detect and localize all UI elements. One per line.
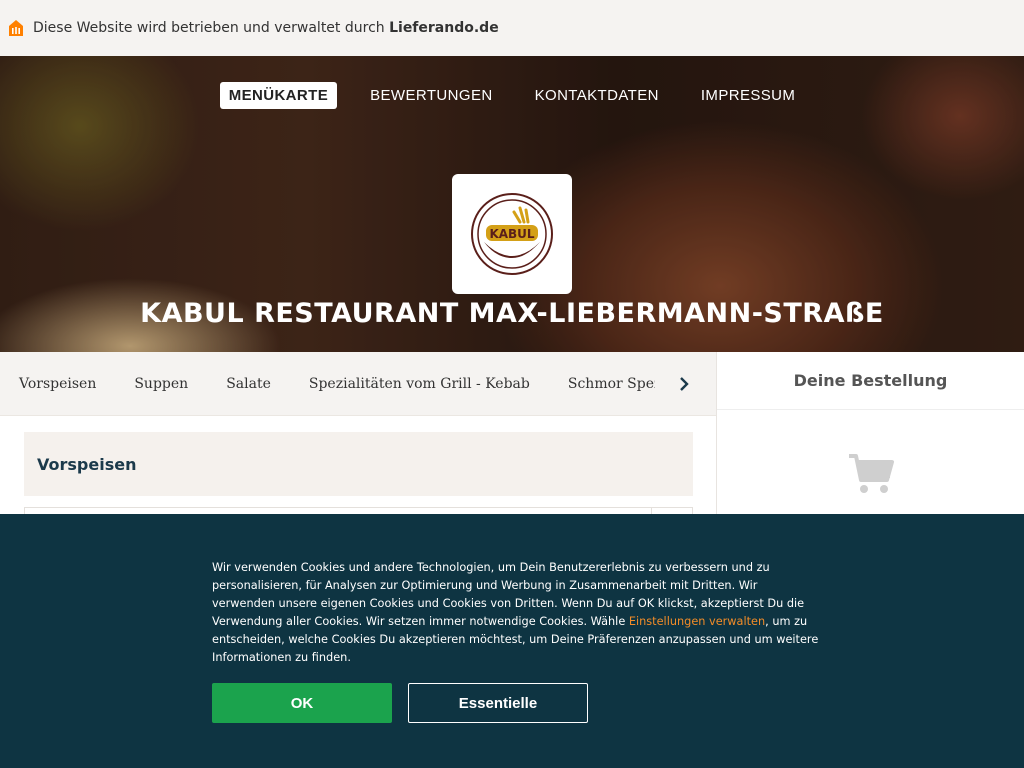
category-vorspeisen[interactable]: Vorspeisen — [19, 376, 96, 392]
category-list: Vorspeisen Suppen Salate Spezialitäten v… — [0, 376, 655, 392]
chevron-right-icon — [680, 376, 689, 391]
operator-notice-text: Diese Website wird betrieben und verwalt… — [33, 20, 385, 36]
category-bar: Vorspeisen Suppen Salate Spezialitäten v… — [0, 352, 716, 416]
operator-brand-link[interactable]: Lieferando.de — [389, 20, 499, 36]
operator-notice: Diese Website wird betrieben und verwalt… — [33, 20, 499, 36]
restaurant-logo: KABUL — [452, 174, 572, 294]
category-grill-kebab[interactable]: Spezialitäten vom Grill - Kebab — [309, 376, 530, 392]
cookie-banner: Wir verwenden Cookies und andere Technol… — [0, 514, 1024, 768]
category-schmor[interactable]: Schmor Spezialitäten — [568, 376, 655, 392]
nav-bewertungen[interactable]: BEWERTUNGEN — [361, 82, 501, 109]
operator-notice-bar: Diese Website wird betrieben und verwalt… — [0, 0, 1024, 56]
nav-menukarte[interactable]: MENÜKARTE — [219, 82, 338, 109]
hero-banner: MENÜKARTE BEWERTUNGEN KONTAKTDATEN IMPRE… — [0, 56, 1024, 352]
restaurant-name: KABUL RESTAURANT MAX-LIEBERMANN-STRAßE — [140, 298, 884, 329]
menu-section-title: Vorspeisen — [37, 454, 137, 474]
cookie-message: Wir verwenden Cookies und andere Technol… — [212, 559, 822, 668]
kabul-logo-emblem: KABUL — [471, 193, 553, 275]
cart-icon — [849, 454, 894, 493]
order-title: Deine Bestellung — [717, 352, 1024, 410]
logo-wordmark: KABUL — [489, 227, 534, 241]
category-suppen[interactable]: Suppen — [134, 376, 188, 392]
category-next-button[interactable] — [669, 376, 699, 391]
menu-section-header: Vorspeisen — [24, 432, 693, 496]
cookie-essential-button[interactable]: Essentielle — [408, 683, 588, 723]
nav-kontaktdaten[interactable]: KONTAKTDATEN — [526, 82, 668, 109]
cookie-ok-button[interactable]: OK — [212, 683, 392, 723]
lieferando-home-icon — [9, 20, 23, 36]
nav-impressum[interactable]: IMPRESSUM — [692, 82, 804, 109]
cookie-settings-link[interactable]: Einstellungen verwalten — [629, 615, 765, 628]
main-navigation: MENÜKARTE BEWERTUNGEN KONTAKTDATEN IMPRE… — [0, 82, 1024, 109]
category-salate[interactable]: Salate — [226, 376, 271, 392]
